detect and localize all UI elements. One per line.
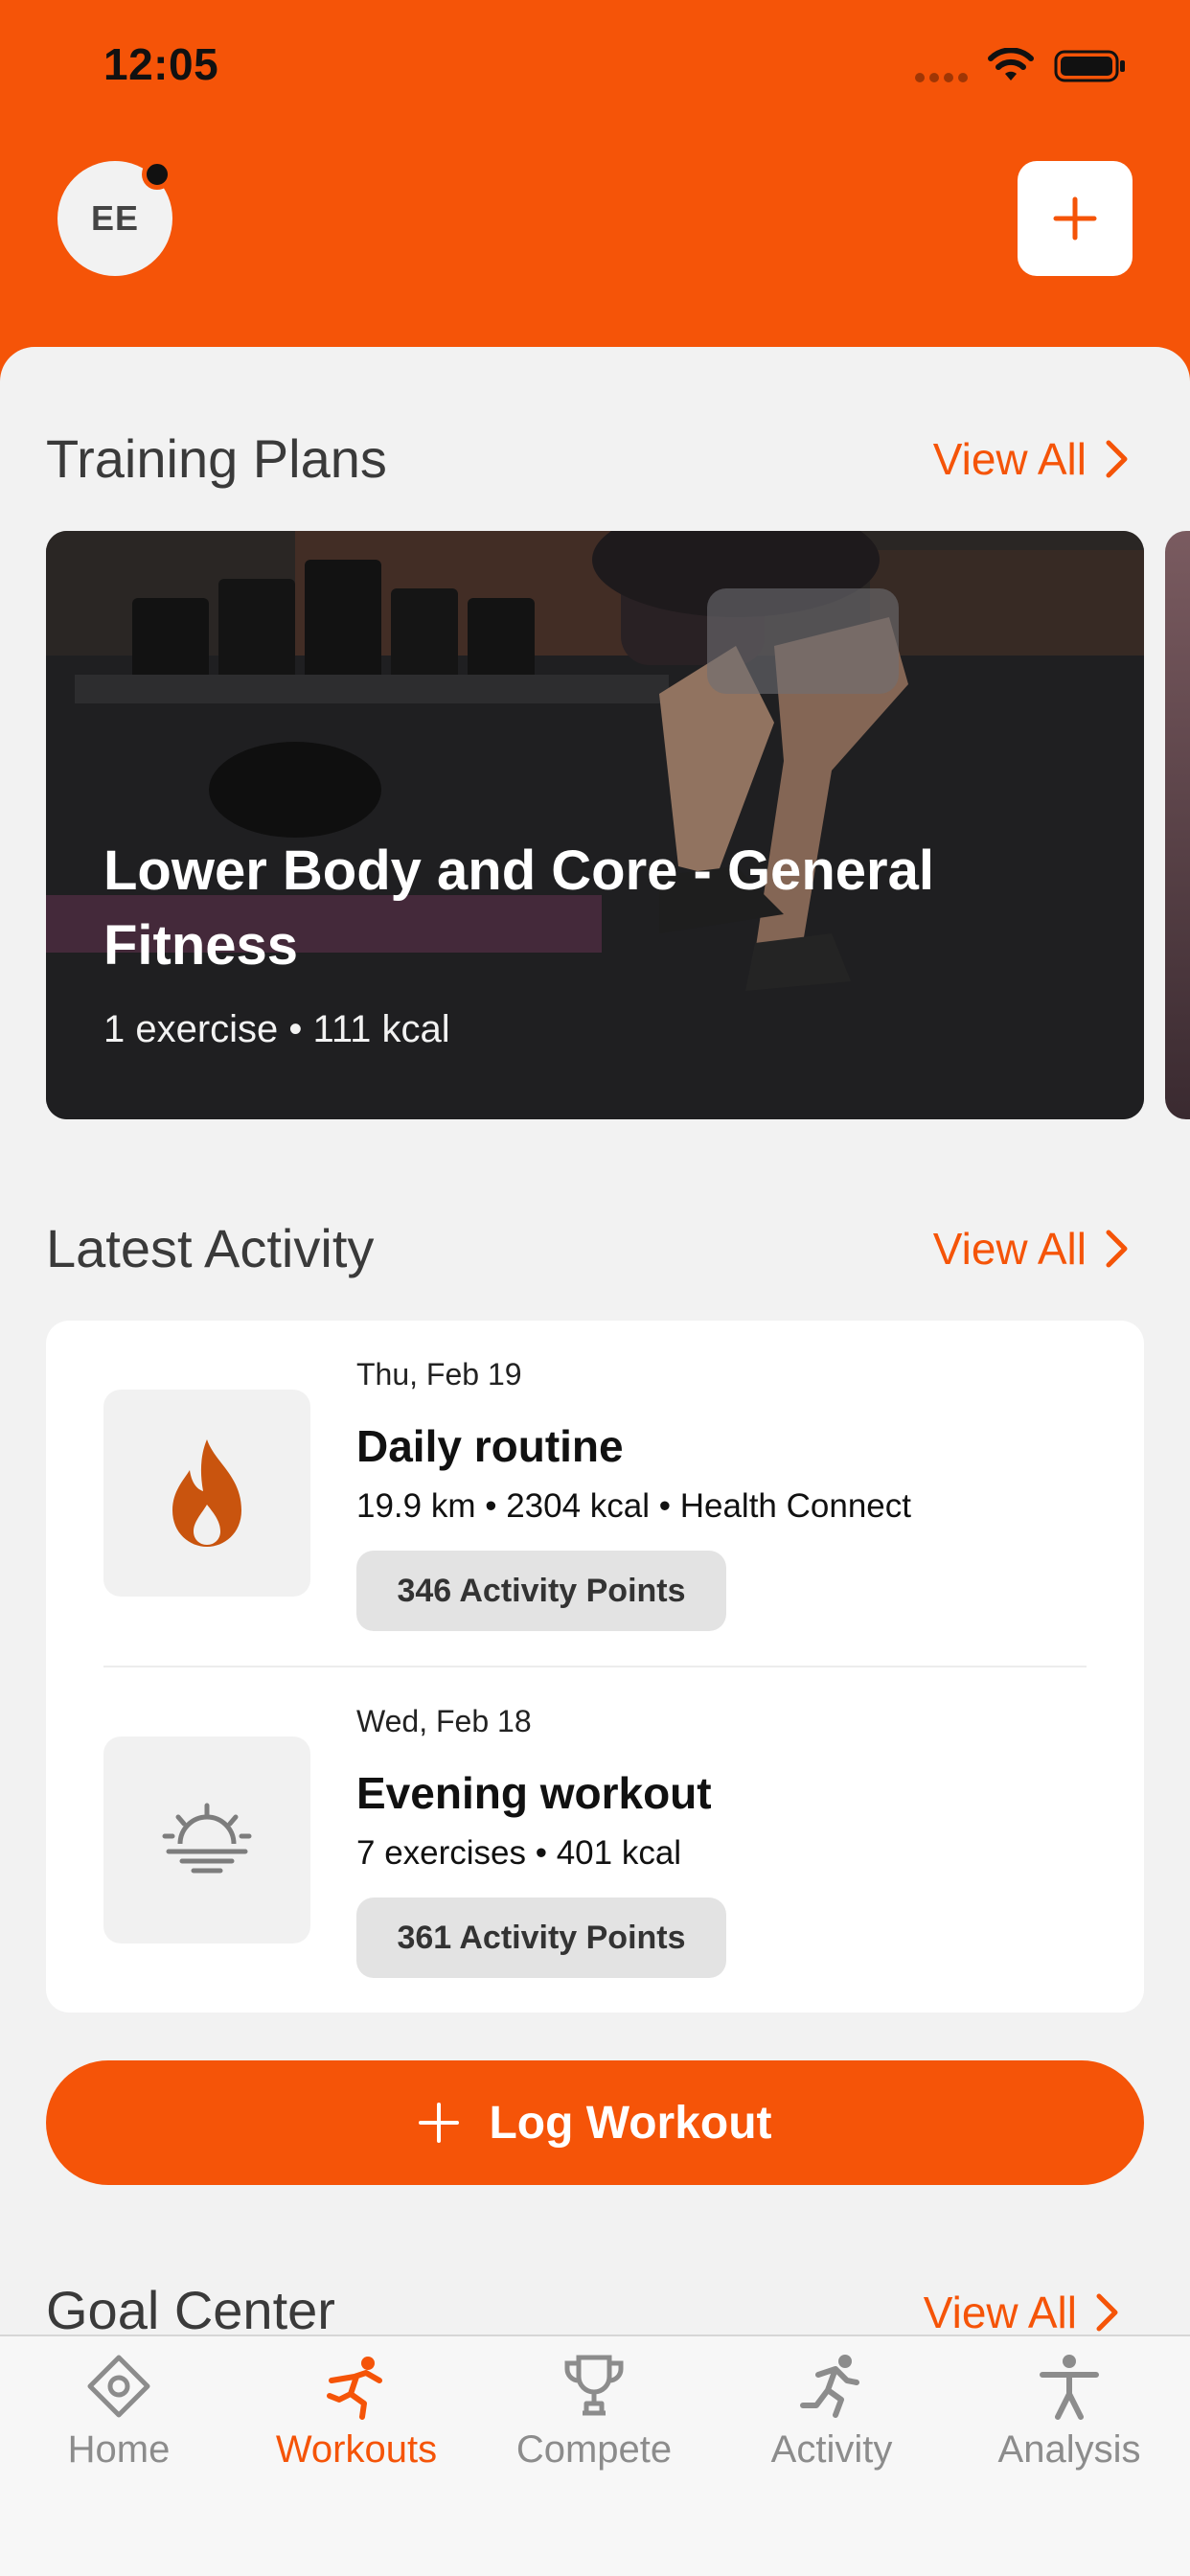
add-button[interactable] — [1018, 161, 1133, 276]
view-all-label: View All — [923, 2288, 1077, 2337]
tab-label: Compete — [515, 2428, 673, 2471]
log-workout-label: Log Workout — [489, 2097, 772, 2149]
running-icon — [800, 2355, 859, 2418]
status-bar: 12:05 — [0, 0, 1190, 134]
trophy-icon — [564, 2355, 624, 2416]
header: 12:05 EE — [0, 0, 1190, 383]
cellular-signal-icon — [915, 73, 968, 82]
home-icon — [87, 2355, 150, 2418]
chevron-right-icon — [1096, 2293, 1118, 2332]
next-plan-card-peek[interactable] — [1165, 531, 1190, 1119]
activity-item[interactable]: Wed, Feb 18 Evening workout 7 exercises … — [46, 1668, 1144, 2012]
training-plans-view-all[interactable]: View All — [933, 433, 1131, 485]
view-all-label: View All — [932, 1224, 1087, 1274]
notification-dot — [142, 159, 172, 190]
tab-compete[interactable]: Compete — [479, 2352, 709, 2505]
activity-points-badge: 346 Activity Points — [356, 1551, 726, 1631]
tab-label: Activity — [770, 2428, 893, 2471]
plan-meta: 1 exercise • 111 kcal — [103, 1008, 450, 1050]
flame-icon — [103, 1390, 310, 1597]
sunset-icon — [103, 1736, 310, 1944]
latest-activity-title: Latest Activity — [46, 1218, 375, 1278]
status-time: 12:05 — [103, 39, 219, 89]
wifi-icon — [988, 48, 1034, 80]
tab-bar: Home Workouts Compete Activity Analysis — [0, 2334, 1190, 2576]
plan-title: Lower Body and Core - General Fitness — [103, 840, 934, 977]
tab-workouts[interactable]: Workouts — [241, 2352, 471, 2505]
tab-label: Workouts — [275, 2428, 438, 2471]
activity-list: Thu, Feb 19 Daily routine 19.9 km • 2304… — [46, 1321, 1144, 2012]
tab-label: Home — [67, 2428, 171, 2471]
chevron-right-icon — [1106, 1230, 1128, 1268]
activity-item[interactable]: Thu, Feb 19 Daily routine 19.9 km • 2304… — [46, 1321, 1144, 1666]
chevron-right-icon — [1106, 440, 1128, 478]
tab-home[interactable]: Home — [4, 2352, 234, 2505]
goal-center-title: Goal Center — [46, 2280, 335, 2340]
training-plans-title: Training Plans — [46, 428, 387, 489]
person-icon — [1040, 2355, 1099, 2420]
log-workout-button[interactable]: Log Workout — [46, 2060, 1144, 2185]
workouts-icon — [327, 2357, 382, 2420]
plus-icon — [419, 2103, 460, 2143]
activity-date: Thu, Feb 19 — [356, 1357, 522, 1392]
training-plan-card[interactable]: Lower Body and Core - General Fitness 1 … — [46, 531, 1144, 1119]
activity-meta: 7 exercises • 401 kcal — [356, 1834, 682, 1872]
battery-icon — [1054, 50, 1125, 82]
activity-title: Evening workout — [356, 1768, 712, 1818]
tab-analysis[interactable]: Analysis — [954, 2352, 1184, 2505]
activity-meta: 19.9 km • 2304 kcal • Health Connect — [356, 1487, 911, 1525]
activity-title: Daily routine — [356, 1421, 624, 1471]
tab-label: Analysis — [997, 2428, 1141, 2471]
activity-points-badge: 361 Activity Points — [356, 1898, 726, 1978]
activity-date: Wed, Feb 18 — [356, 1704, 532, 1738]
tab-activity[interactable]: Activity — [717, 2352, 947, 2505]
goal-center-view-all[interactable]: View All — [924, 2287, 1121, 2338]
plus-icon — [1053, 196, 1097, 241]
view-all-label: View All — [932, 434, 1087, 484]
latest-activity-view-all[interactable]: View All — [933, 1223, 1131, 1275]
avatar-initials: EE — [90, 198, 140, 238]
